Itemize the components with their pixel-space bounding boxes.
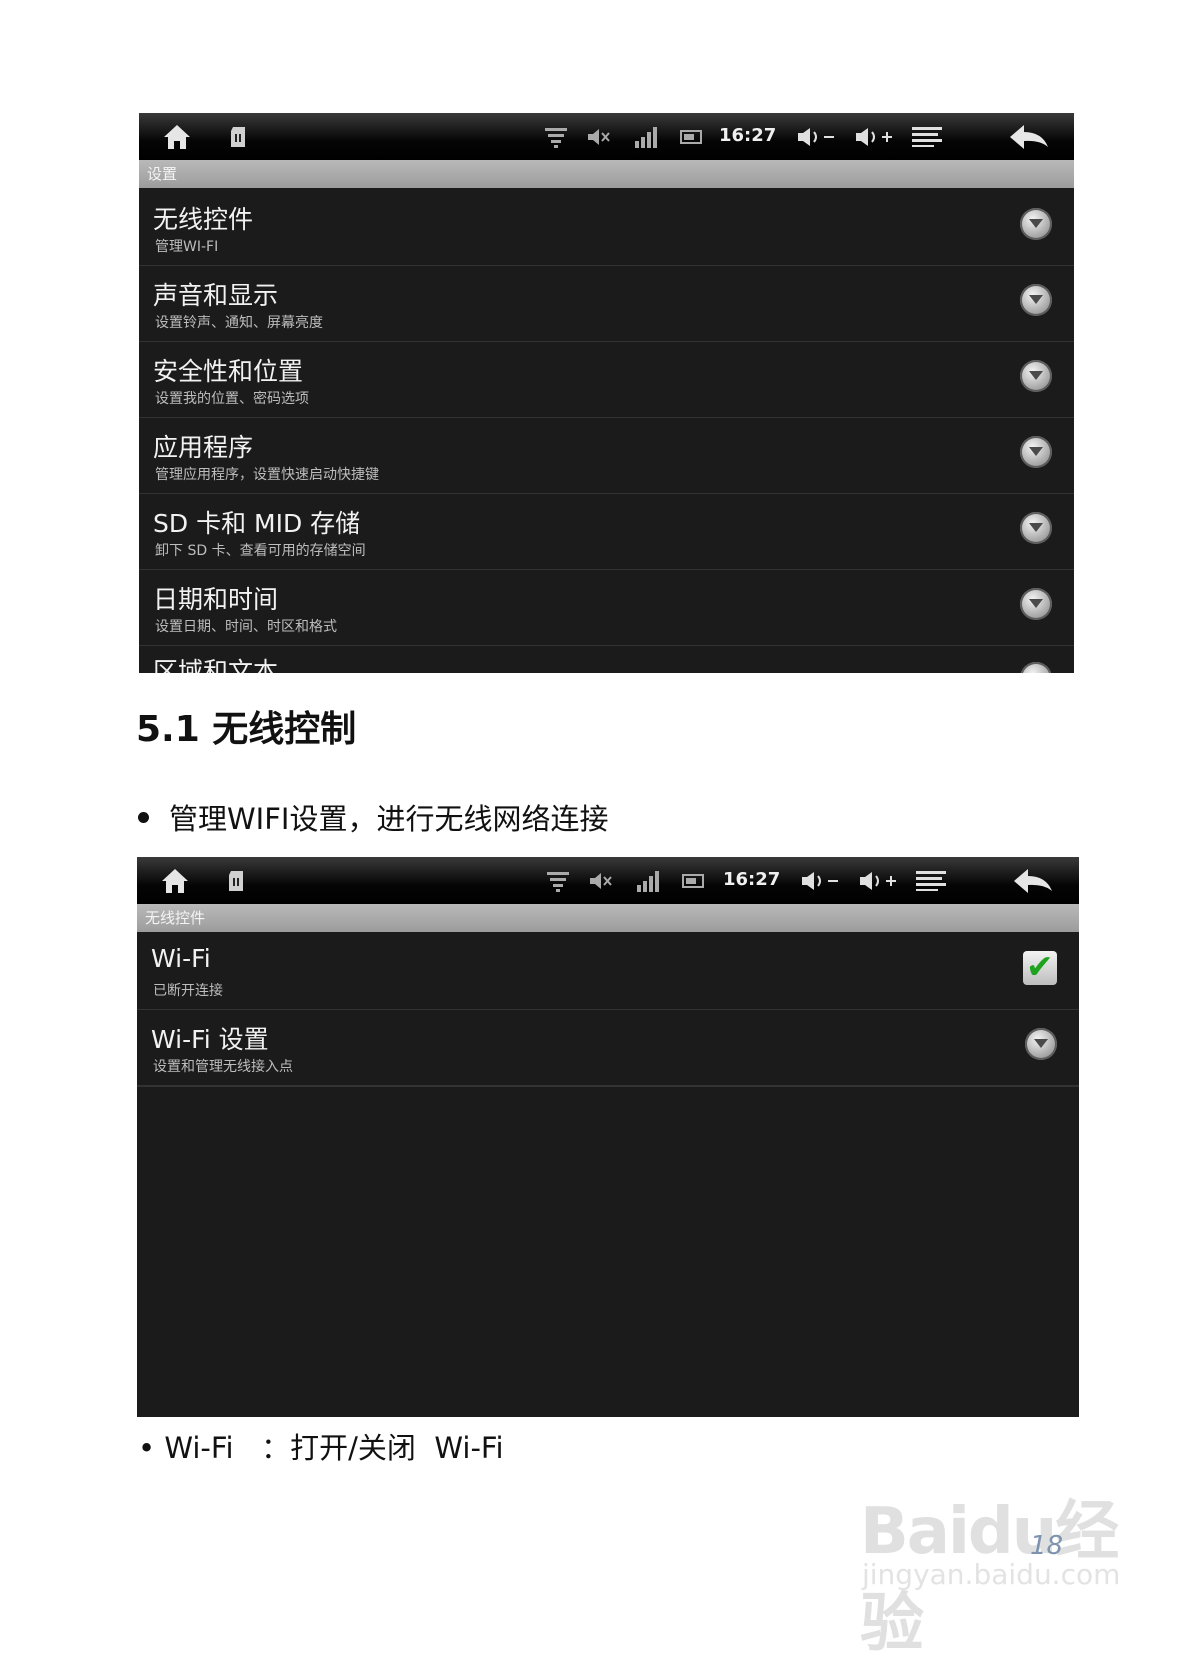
- wifi-icon: [541, 113, 571, 160]
- volume-down-icon[interactable]: [795, 113, 839, 160]
- wireless-screenshot: 16:27 无线控件 Wi-Fi 已断开连接 ✔ Wi-Fi 设置 设置和管理无…: [137, 857, 1079, 1417]
- settings-item-sound-display[interactable]: 声音和显示 设置铃声、通知、屏幕亮度: [139, 266, 1074, 343]
- screen-title: 设置: [139, 160, 1074, 188]
- watermark-url: jingyan.baidu.com: [862, 1558, 1121, 1591]
- item-subtitle: 设置我的位置、密码选项: [155, 391, 309, 407]
- page-number: 18: [1030, 1531, 1064, 1561]
- item-subtitle: 设置和管理无线接入点: [153, 1059, 293, 1075]
- settings-item-locale-text[interactable]: 区域和文本: [139, 646, 1074, 673]
- item-title: 日期和时间: [153, 585, 279, 614]
- menu-icon[interactable]: [913, 857, 949, 904]
- settings-item-date-time[interactable]: 日期和时间 设置日期、时间、时区和格式: [139, 570, 1074, 647]
- volume-up-icon[interactable]: [857, 857, 901, 904]
- settings-item-storage[interactable]: SD 卡和 MID 存储 卸下 SD 卡、查看可用的存储空间: [139, 494, 1074, 571]
- volume-up-icon[interactable]: [853, 113, 897, 160]
- bullet-item: • Wi-Fi ：打开/关闭 Wi-Fi: [138, 1431, 504, 1465]
- settings-item-wireless[interactable]: 无线控件 管理WI-FI: [139, 190, 1074, 267]
- item-subtitle: 设置铃声、通知、屏幕亮度: [155, 315, 323, 331]
- chevron-down-icon: [1020, 436, 1052, 468]
- battery-icon: [679, 857, 709, 904]
- chevron-down-icon: [1020, 512, 1052, 544]
- settings-screenshot: 16:27 设置 无线控件 管理WI-FI 声音和显示 设置铃声、通知、屏幕亮度…: [139, 113, 1074, 673]
- settings-item-applications[interactable]: 应用程序 管理应用程序，设置快速启动快捷键: [139, 418, 1074, 495]
- battery-icon: [677, 113, 707, 160]
- wifi-icon: [543, 857, 573, 904]
- chevron-down-icon: [1025, 1028, 1057, 1060]
- wifi-settings-row[interactable]: Wi-Fi 设置 设置和管理无线接入点: [137, 1010, 1079, 1087]
- item-subtitle: 已断开连接: [153, 983, 223, 999]
- item-title: 应用程序: [153, 433, 254, 462]
- chevron-down-icon: [1020, 662, 1052, 673]
- back-icon[interactable]: [1007, 113, 1051, 160]
- status-time: 16:27: [723, 869, 781, 890]
- item-title: SD 卡和 MID 存储: [153, 509, 361, 538]
- menu-icon[interactable]: [909, 113, 945, 160]
- checkbox-checked-icon[interactable]: ✔: [1023, 947, 1057, 986]
- bullet-text: 管理WIFI设置，进行无线网络连接: [169, 802, 609, 836]
- baidu-watermark: Baidu经验 jingyan.baidu.com: [856, 1440, 1156, 1661]
- settings-item-security-location[interactable]: 安全性和位置 设置我的位置、密码选项: [139, 342, 1074, 419]
- bullet-item: 管理WIFI设置，进行无线网络连接: [138, 796, 608, 838]
- chevron-down-icon: [1020, 360, 1052, 392]
- item-subtitle: 设置日期、时间、时区和格式: [155, 619, 337, 635]
- chevron-down-icon: [1020, 208, 1052, 240]
- mute-icon: [586, 857, 616, 904]
- status-bar: 16:27: [139, 113, 1074, 160]
- wifi-toggle-row[interactable]: Wi-Fi 已断开连接 ✔: [137, 934, 1079, 1011]
- volume-down-icon[interactable]: [799, 857, 843, 904]
- mute-icon: [584, 113, 614, 160]
- chevron-down-icon: [1020, 588, 1052, 620]
- screen-title: 无线控件: [137, 904, 1079, 932]
- signal-icon: [633, 857, 663, 904]
- sd-card-icon: [221, 857, 251, 904]
- home-icon[interactable]: [157, 113, 197, 160]
- item-title: 声音和显示: [153, 281, 279, 310]
- sd-card-icon: [223, 113, 253, 160]
- section-heading: 5.1 无线控制: [136, 709, 357, 750]
- home-icon[interactable]: [155, 857, 195, 904]
- item-title: Wi-Fi 设置: [151, 1025, 269, 1054]
- chevron-down-icon: [1020, 284, 1052, 316]
- item-title: 区域和文本: [153, 657, 279, 673]
- item-title: Wi-Fi: [151, 944, 211, 973]
- status-bar: 16:27: [137, 857, 1079, 904]
- bullet-dot: [138, 811, 149, 823]
- item-subtitle: 卸下 SD 卡、查看可用的存储空间: [155, 543, 366, 559]
- status-time: 16:27: [719, 125, 777, 146]
- item-subtitle: 管理WI-FI: [155, 239, 219, 255]
- item-title: 安全性和位置: [153, 357, 304, 386]
- signal-icon: [631, 113, 661, 160]
- item-subtitle: 管理应用程序，设置快速启动快捷键: [155, 467, 379, 483]
- back-icon[interactable]: [1011, 857, 1055, 904]
- item-title: 无线控件: [153, 205, 254, 234]
